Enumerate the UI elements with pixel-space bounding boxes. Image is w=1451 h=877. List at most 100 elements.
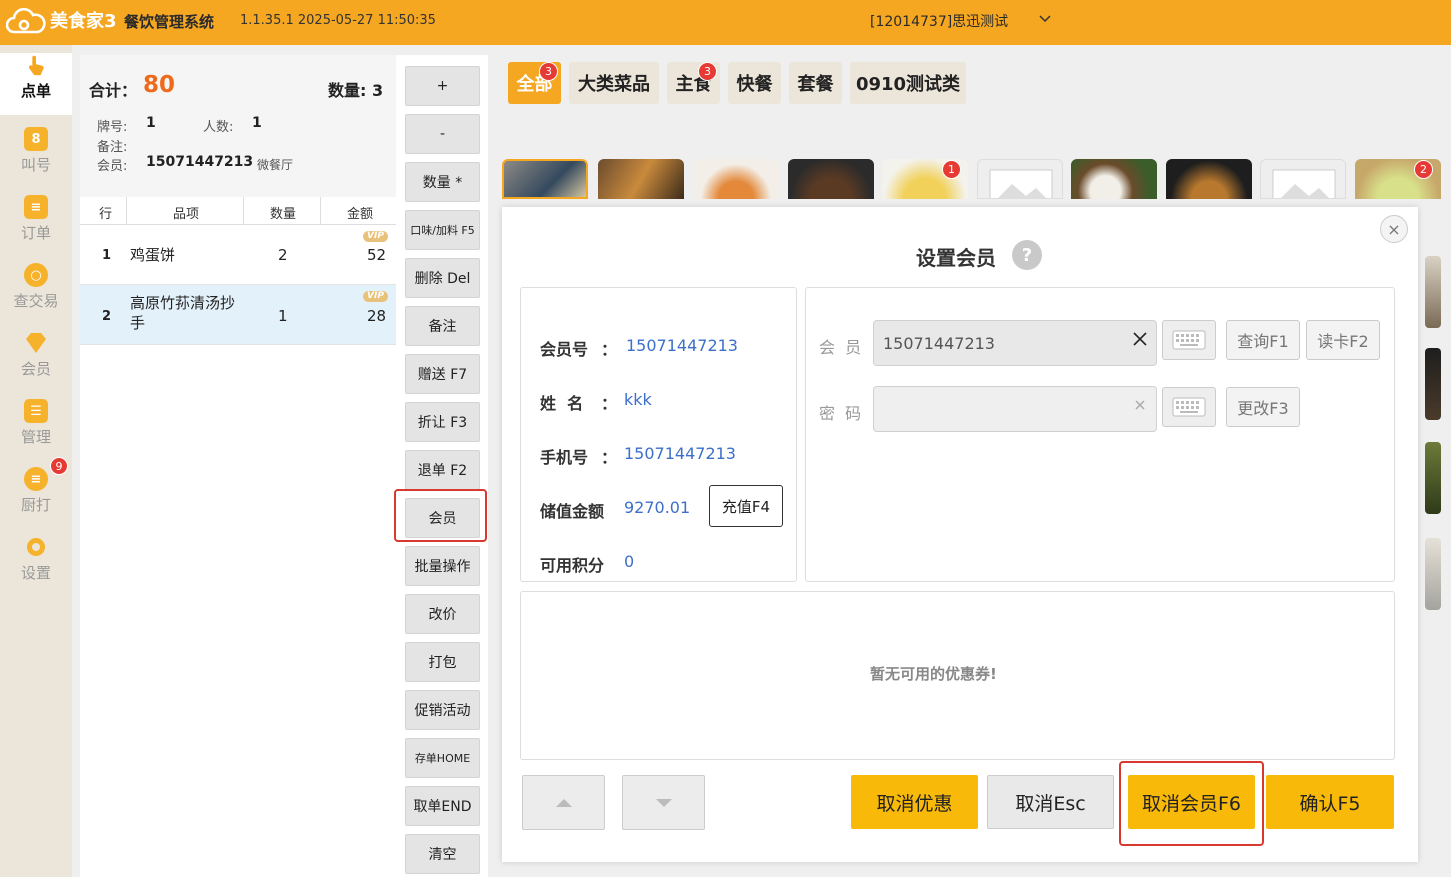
nav-item-settings[interactable]: 设置 xyxy=(0,535,72,597)
people-label: 人数: xyxy=(203,120,234,135)
row-item-name: 高原竹荪清汤抄手 xyxy=(130,294,236,332)
nav-item-kitchen-print[interactable]: ≡ 厨打 9 xyxy=(0,457,72,529)
clear-password-icon[interactable] xyxy=(1134,399,1146,415)
nav-item-transactions[interactable]: ○ 查交易 xyxy=(0,263,72,325)
plus-button[interactable]: + xyxy=(405,66,480,106)
row-qty: 1 xyxy=(278,307,288,325)
quantity-button[interactable]: 数量 * xyxy=(405,162,480,202)
member-input-value: 15071447213 xyxy=(883,333,995,353)
dish-thumbnail[interactable] xyxy=(1071,159,1157,199)
change-password-button[interactable]: 更改F3 xyxy=(1226,387,1300,427)
dish-thumbnail[interactable] xyxy=(693,159,779,199)
category-badge: 3 xyxy=(539,62,558,81)
nav-item-order[interactable]: 点单 xyxy=(0,53,72,115)
flavor-button[interactable]: 口味/加料 F5 xyxy=(405,210,480,250)
phone-value: 15071447213 xyxy=(624,444,736,463)
row-amount: 52 xyxy=(367,246,387,264)
dish-placeholder-image-icon[interactable] xyxy=(1260,159,1346,199)
search-transaction-icon: ○ xyxy=(24,263,48,287)
category-tab-main-dishes[interactable]: 大类菜品 xyxy=(569,62,659,104)
clear-button[interactable]: 清空 xyxy=(405,834,480,874)
change-price-button[interactable]: 改价 xyxy=(405,594,480,634)
points-value: 0 xyxy=(624,552,635,571)
category-badge: 3 xyxy=(698,62,717,81)
order-panel: 合计： 80 数量: 3 牌号: 1 人数: 1 备注: 会员: 1507144… xyxy=(80,55,396,877)
member-number: 15071447213 xyxy=(146,154,254,170)
category-tab-fast-food[interactable]: 快餐 xyxy=(728,62,781,104)
clear-member-icon[interactable] xyxy=(1132,331,1148,352)
total-label: 合计： xyxy=(89,81,138,100)
category-tab-set-meal[interactable]: 套餐 xyxy=(789,62,842,104)
cloud-logo-icon xyxy=(6,7,46,34)
name-label: 姓 名 xyxy=(540,394,584,413)
hand-pointer-icon xyxy=(24,53,48,77)
store-selector[interactable]: [12014737]思迅测试 xyxy=(870,11,1008,31)
return-button[interactable]: 退单 F2 xyxy=(405,450,480,490)
row-qty: 2 xyxy=(278,246,288,264)
kitchen-print-icon: ≡ xyxy=(24,467,48,491)
member-label: 会员: xyxy=(97,159,128,174)
row-item-name: 鸡蛋饼 xyxy=(130,246,176,264)
nav-item-orders[interactable]: ≡ 订单 xyxy=(0,195,72,257)
left-nav: 点单 8 叫号 ≡ 订单 ○ 查交易 会员 ☰ 管理 ≡ 厨打 9 设置 xyxy=(0,45,72,877)
keyboard-icon[interactable] xyxy=(1162,320,1216,360)
gift-button[interactable]: 赠送 F7 xyxy=(405,354,480,394)
no-coupons-message: 暂无可用的优惠券! xyxy=(870,665,997,683)
password-input[interactable] xyxy=(873,386,1157,432)
minus-button[interactable]: - xyxy=(405,114,480,154)
logo-text: 美食家3 xyxy=(50,11,117,32)
order-list-icon: ≡ xyxy=(24,195,48,219)
recharge-button[interactable]: 充值F4 xyxy=(709,485,783,527)
dish-thumbnail[interactable] xyxy=(1166,159,1252,199)
chevron-down-icon[interactable] xyxy=(1038,12,1052,28)
member-query-box: 会 员 15071447213 查询F1 读卡F2 密 码 更改F3 xyxy=(805,287,1395,582)
dish-thumbnail[interactable] xyxy=(1425,538,1441,610)
quantity-total: 数量: 3 xyxy=(328,81,384,100)
scroll-up-button[interactable] xyxy=(522,775,605,830)
dish-thumbnail[interactable] xyxy=(1425,442,1441,514)
dish-thumbnail[interactable] xyxy=(1425,256,1441,328)
delete-button[interactable]: 删除 Del xyxy=(405,258,480,298)
dish-thumbnail[interactable] xyxy=(1425,348,1441,420)
promotion-button[interactable]: 促销活动 xyxy=(405,690,480,730)
member-field-label: 会 员 xyxy=(819,338,862,357)
nav-item-call-number[interactable]: 8 叫号 xyxy=(0,127,72,189)
query-button[interactable]: 查询F1 xyxy=(1226,320,1300,360)
dish-thumbnail[interactable] xyxy=(502,159,588,199)
nav-item-member[interactable]: 会员 xyxy=(0,331,72,393)
category-tab-test[interactable]: 0910测试类 xyxy=(850,62,966,104)
table-row[interactable]: 2 高原竹荪清汤抄手 1 VIP 28 xyxy=(80,285,396,345)
help-icon[interactable]: ? xyxy=(1012,240,1042,270)
discount-button[interactable]: 折让 F3 xyxy=(405,402,480,442)
call-number-icon: 8 xyxy=(24,127,48,151)
table-row[interactable]: 1 鸡蛋饼 2 VIP 52 xyxy=(80,225,396,285)
pack-button[interactable]: 打包 xyxy=(405,642,480,682)
confirm-button[interactable]: 确认F5 xyxy=(1266,775,1394,829)
action-column: + - 数量 * 口味/加料 F5 删除 Del 备注 赠送 F7 折让 F3 … xyxy=(396,55,488,877)
save-order-button[interactable]: 存单HOME xyxy=(405,738,480,778)
dish-thumbnail[interactable] xyxy=(788,159,874,199)
scroll-down-button[interactable] xyxy=(622,775,705,830)
nav-item-manage[interactable]: ☰ 管理 xyxy=(0,399,72,461)
note-button[interactable]: 备注 xyxy=(405,306,480,346)
dish-thumbnail[interactable] xyxy=(598,159,684,199)
note-label: 备注: xyxy=(97,140,128,155)
dialog-title: 设置会员 xyxy=(916,246,996,270)
dish-placeholder-image-icon[interactable] xyxy=(977,159,1063,199)
top-bar: 美食家3 餐饮管理系统 1.1.35.1 2025-05-27 11:50:35… xyxy=(0,0,1451,45)
member-input[interactable]: 15071447213 xyxy=(873,320,1157,366)
colon: ： xyxy=(601,340,618,359)
dish-badge: 2 xyxy=(1414,160,1433,179)
close-icon[interactable]: × xyxy=(1380,215,1408,243)
keyboard-icon[interactable] xyxy=(1162,387,1216,427)
member-no-label: 会员号 xyxy=(540,340,589,359)
phone-label: 手机号 xyxy=(540,448,589,467)
points-label: 可用积分 xyxy=(540,556,605,575)
retrieve-order-button[interactable]: 取单END xyxy=(405,786,480,826)
read-card-button[interactable]: 读卡F2 xyxy=(1306,320,1380,360)
cancel-esc-button[interactable]: 取消Esc xyxy=(987,775,1114,829)
nav-label: 叫号 xyxy=(20,156,51,174)
batch-button[interactable]: 批量操作 xyxy=(405,546,480,586)
cancel-discount-button[interactable]: 取消优惠 xyxy=(851,775,978,829)
row-amount: 28 xyxy=(367,307,387,325)
